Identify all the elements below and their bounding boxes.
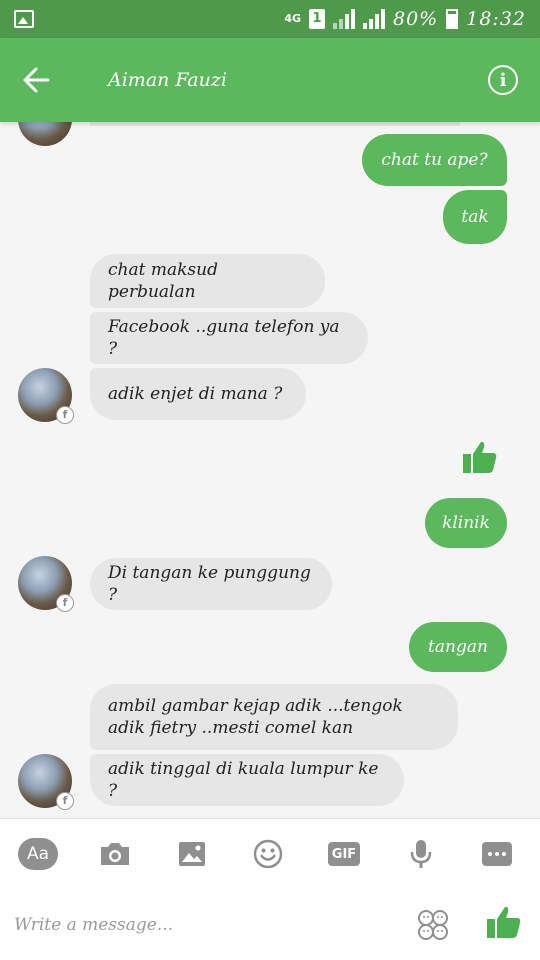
thumbs-up-icon[interactable] [462, 440, 498, 474]
facebook-badge-icon: f [56, 594, 74, 612]
sim-indicator: 1 [309, 9, 325, 29]
gallery-notification-icon [14, 10, 34, 28]
gallery-button[interactable] [172, 836, 212, 872]
battery-percent: 80% [393, 8, 439, 30]
info-icon: i [499, 69, 507, 91]
contact-name[interactable]: Aiman Fauzi [108, 69, 227, 91]
message-bubble-incoming[interactable]: Facebook ..guna telefon ya ? [90, 312, 368, 364]
emoji-icon [253, 839, 283, 869]
contact-avatar[interactable]: f [18, 368, 74, 424]
composer-toolbar: Aa GIF [0, 819, 540, 889]
message-bubble-incoming[interactable]: chat maksud perbualan [90, 254, 325, 308]
conversation-header: Aiman Fauzi i [0, 38, 540, 122]
contact-avatar [18, 122, 72, 146]
sticker-button[interactable] [415, 907, 451, 943]
facebook-badge-icon: f [56, 792, 74, 810]
gif-icon: GIF [328, 842, 360, 866]
camera-icon [101, 843, 129, 865]
message-bubble-partial [90, 122, 460, 126]
message-bubble-incoming[interactable]: Di tangan ke punggung ? [90, 558, 332, 610]
message-bubble-incoming[interactable]: adik tinggal di kuala lumpur ke ? [90, 754, 404, 806]
message-bubble-outgoing[interactable]: chat tu ape? [362, 134, 507, 186]
send-like-button[interactable] [486, 905, 522, 941]
message-list[interactable]: chat tu ape? tak chat maksud perbualan F… [0, 122, 540, 818]
clock: 18:32 [466, 8, 526, 30]
microphone-icon [410, 840, 432, 868]
arrow-left-icon [23, 67, 50, 93]
message-input[interactable] [14, 909, 394, 941]
message-bubble-incoming[interactable]: ambil gambar kejap adik ...tengok adik f… [90, 684, 458, 750]
signal-icon-2 [363, 9, 385, 29]
emoji-button[interactable] [248, 836, 288, 872]
composer: Aa GIF [0, 818, 540, 960]
voice-button[interactable] [401, 836, 441, 872]
battery-icon [446, 9, 459, 29]
thumbs-up-icon [487, 906, 521, 938]
back-button[interactable] [0, 38, 72, 122]
status-bar: 4G 1 80% 18:32 [0, 0, 540, 38]
more-icon [482, 842, 512, 866]
message-bubble-outgoing[interactable]: tak [443, 190, 507, 244]
message-bubble-outgoing[interactable]: klinik [425, 498, 507, 548]
more-button[interactable] [477, 836, 517, 872]
image-icon [179, 842, 205, 866]
network-type: 4G [284, 12, 301, 25]
contact-avatar[interactable]: f [18, 556, 74, 612]
camera-button[interactable] [95, 836, 135, 872]
contact-avatar[interactable]: f [18, 754, 74, 810]
sticker-icon [418, 910, 448, 940]
message-bubble-incoming[interactable]: adik enjet di mana ? [90, 368, 306, 420]
signal-icon [333, 9, 355, 29]
aa-icon: Aa [18, 838, 58, 870]
message-input-row [0, 889, 540, 960]
info-button[interactable]: i [488, 65, 518, 95]
message-bubble-outgoing[interactable]: tangan [409, 622, 507, 672]
facebook-badge-icon: f [56, 406, 74, 424]
gif-button[interactable]: GIF [324, 836, 364, 872]
text-style-button[interactable]: Aa [18, 836, 58, 872]
